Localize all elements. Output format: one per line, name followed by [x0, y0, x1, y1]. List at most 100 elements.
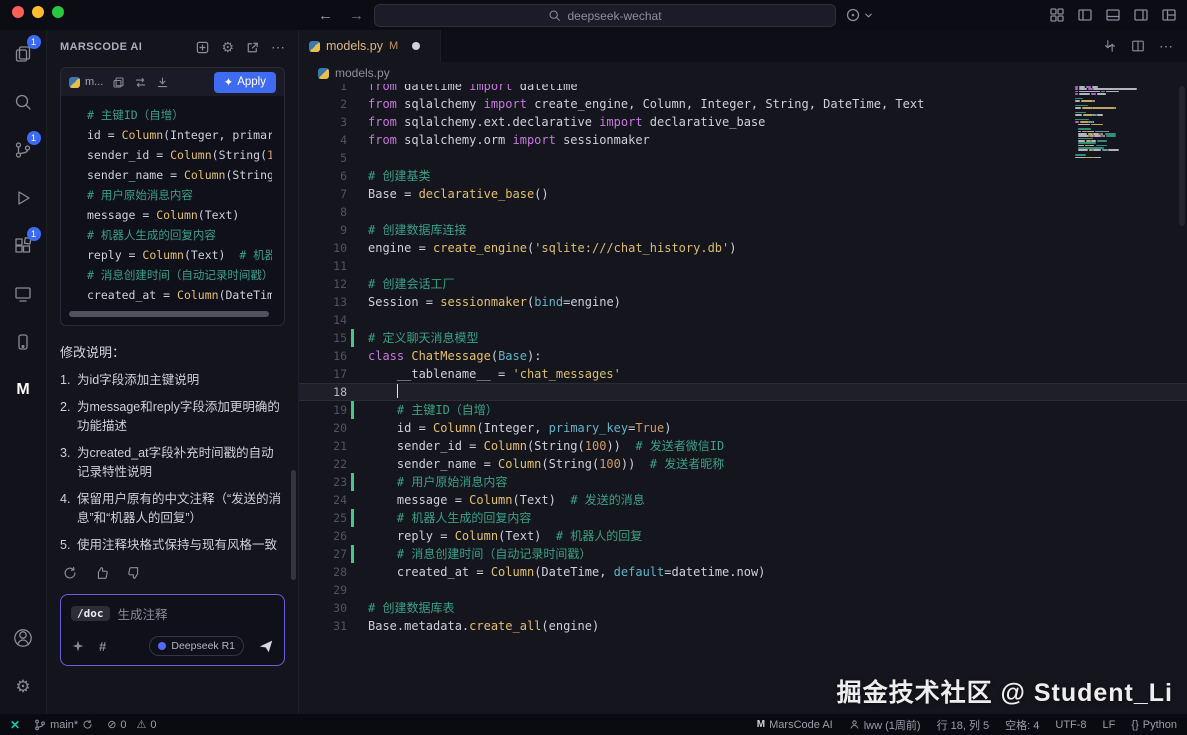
activity-search-button[interactable] [0, 78, 47, 126]
problems-indicator[interactable]: ⊘ 0 ⚠ 0 [107, 718, 156, 731]
code-editor[interactable]: 1from datetime import datetime2from sqla… [299, 84, 1187, 714]
eol-item[interactable]: LF [1103, 719, 1116, 731]
toggle-panel-icon[interactable] [1105, 7, 1121, 23]
code-line[interactable]: 7Base = declarative_base() [299, 185, 1187, 203]
code-line[interactable]: 15# 定义聊天消息模型 [299, 329, 1187, 347]
code-line[interactable]: 26 reply = Column(Text) # 机器人的回复 [299, 527, 1187, 545]
tab-models-py[interactable]: models.py M [299, 30, 441, 62]
code-line[interactable]: 25 # 机器人生成的回复内容 [299, 509, 1187, 527]
history-back-icon[interactable]: ← [318, 7, 333, 24]
code-line[interactable]: 20 id = Column(Integer, primary_key=True… [299, 419, 1187, 437]
code-line[interactable]: 6# 创建基类 [299, 167, 1187, 185]
assistant-menu-icon[interactable] [845, 0, 873, 30]
activity-remote-explorer-button[interactable] [0, 270, 47, 318]
history-forward-icon[interactable]: → [349, 7, 364, 24]
code-line[interactable]: 16class ChatMessage(Base): [299, 347, 1187, 365]
code-line[interactable]: 1from datetime import datetime [299, 84, 1187, 95]
command-center-search[interactable]: deepseek-wechat [374, 4, 836, 27]
panel-code-line: # 机器人生成的回复内容 [73, 225, 272, 245]
language-mode-item[interactable]: {} Python [1131, 719, 1177, 731]
more-actions-icon[interactable]: ⋯ [1159, 38, 1173, 55]
code-line[interactable]: 27 # 消息创建时间（自动记录时间戳） [299, 545, 1187, 563]
code-line[interactable]: 19 # 主键ID（自增） [299, 401, 1187, 419]
code-line[interactable]: 12# 创建会话工厂 [299, 275, 1187, 293]
minimap[interactable] [1075, 86, 1150, 186]
panel-code: # 主键ID（自增）id = Column(Integer, primary_k… [61, 96, 284, 307]
activity-explorer-button[interactable]: 1 [0, 30, 47, 78]
window-controls [12, 6, 64, 18]
thumbs-down-icon[interactable] [126, 565, 142, 581]
git-blame-item[interactable]: lww (1周前) [849, 717, 921, 733]
blame-text: lww (1周前) [864, 717, 921, 733]
code-line[interactable]: 30# 创建数据库表 [299, 599, 1187, 617]
maximize-window-button[interactable] [52, 6, 64, 18]
regenerate-icon[interactable] [62, 565, 78, 581]
close-window-button[interactable] [12, 6, 24, 18]
code-line[interactable]: 24 message = Column(Text) # 发送的消息 [299, 491, 1187, 509]
doc-command-chip[interactable]: /doc [71, 606, 110, 621]
editor-scrollbar[interactable] [1179, 86, 1185, 226]
customize-layout-icon[interactable] [1161, 7, 1177, 23]
line-number: 28 [299, 563, 347, 581]
chat-input-box[interactable]: /doc 生成注释 # Deepseek R1 [60, 594, 285, 666]
new-chat-icon[interactable] [195, 40, 210, 55]
account-button[interactable] [0, 614, 47, 662]
settings-button[interactable]: ⚙ [0, 662, 47, 710]
insert-icon[interactable] [156, 76, 169, 89]
skills-sparkle-icon[interactable] [71, 639, 85, 653]
code-line[interactable]: 22 sender_name = Column(String(100)) # 发… [299, 455, 1187, 473]
indentation-item[interactable]: 空格: 4 [1005, 717, 1039, 733]
branch-indicator[interactable]: main* [34, 719, 93, 731]
activity-run-debug-button[interactable] [0, 174, 47, 222]
context-hash-icon[interactable]: # [99, 639, 106, 654]
code-line[interactable]: 3from sqlalchemy.ext.declarative import … [299, 113, 1187, 131]
code-line[interactable]: 29 [299, 581, 1187, 599]
model-selector[interactable]: Deepseek R1 [149, 636, 244, 656]
copy-icon[interactable] [112, 76, 125, 89]
diff-icon[interactable] [134, 76, 147, 89]
code-line[interactable]: 13Session = sessionmaker(bind=engine) [299, 293, 1187, 311]
code-line[interactable]: 31Base.metadata.create_all(engine) [299, 617, 1187, 635]
cursor-position-item[interactable]: 行 18, 列 5 [937, 717, 990, 733]
gear-icon[interactable]: ⚙ [221, 40, 234, 54]
layout-grid-icon[interactable] [1049, 7, 1065, 23]
code-line[interactable]: 23 # 用户原始消息内容 [299, 473, 1187, 491]
code-line[interactable]: 14 [299, 311, 1187, 329]
marscode-status-item[interactable]: M MarsCode AI [757, 719, 833, 731]
panel-horizontal-scrollbar[interactable] [69, 311, 269, 317]
apply-button[interactable]: ✦ Apply [214, 72, 276, 93]
code-line[interactable]: 5 [299, 149, 1187, 167]
code-line[interactable]: 17 __tablename__ = 'chat_messages' [299, 365, 1187, 383]
code-line[interactable]: 11 [299, 257, 1187, 275]
split-editor-icon[interactable] [1131, 39, 1145, 53]
send-icon[interactable] [258, 638, 274, 654]
chat-input-text[interactable]: 生成注释 [118, 604, 168, 623]
minimize-window-button[interactable] [32, 6, 44, 18]
sidebar-scrollbar[interactable] [291, 470, 296, 580]
activity-device-preview-button[interactable] [0, 318, 47, 366]
code-line[interactable]: 21 sender_id = Column(String(100)) # 发送者… [299, 437, 1187, 455]
code-line[interactable]: 10engine = create_engine('sqlite:///chat… [299, 239, 1187, 257]
braces-icon: {} [1131, 719, 1138, 731]
activity-extensions-button[interactable]: 1 [0, 222, 47, 270]
remote-indicator[interactable]: ✕ [10, 718, 20, 732]
code-line[interactable]: 18 [299, 383, 1187, 401]
code-line[interactable]: 8 [299, 203, 1187, 221]
activity-marscode-ai-button[interactable]: M [0, 366, 47, 414]
code-line[interactable]: 9# 创建数据库连接 [299, 221, 1187, 239]
share-icon[interactable] [245, 40, 260, 55]
activity-source-control-button[interactable]: 1 [0, 126, 47, 174]
thumbs-up-icon[interactable] [94, 565, 110, 581]
more-icon[interactable]: ⋯ [271, 39, 285, 56]
code-line[interactable]: 28 created_at = Column(DateTime, default… [299, 563, 1187, 581]
toggle-sidebar-right-icon[interactable] [1133, 7, 1149, 23]
breadcrumb[interactable]: models.py [299, 62, 1187, 84]
note-item: 2.为message和reply字段添加更明确的功能描述 [60, 398, 285, 436]
suggestion-file-chip[interactable]: m... [69, 76, 103, 88]
code-line[interactable]: 2from sqlalchemy import create_engine, C… [299, 95, 1187, 113]
code-line[interactable]: 4from sqlalchemy.orm import sessionmaker [299, 131, 1187, 149]
toggle-sidebar-left-icon[interactable] [1077, 7, 1093, 23]
open-changes-icon[interactable] [1103, 39, 1117, 53]
encoding-item[interactable]: UTF-8 [1055, 719, 1086, 731]
unsaved-dot-icon[interactable] [412, 42, 420, 50]
